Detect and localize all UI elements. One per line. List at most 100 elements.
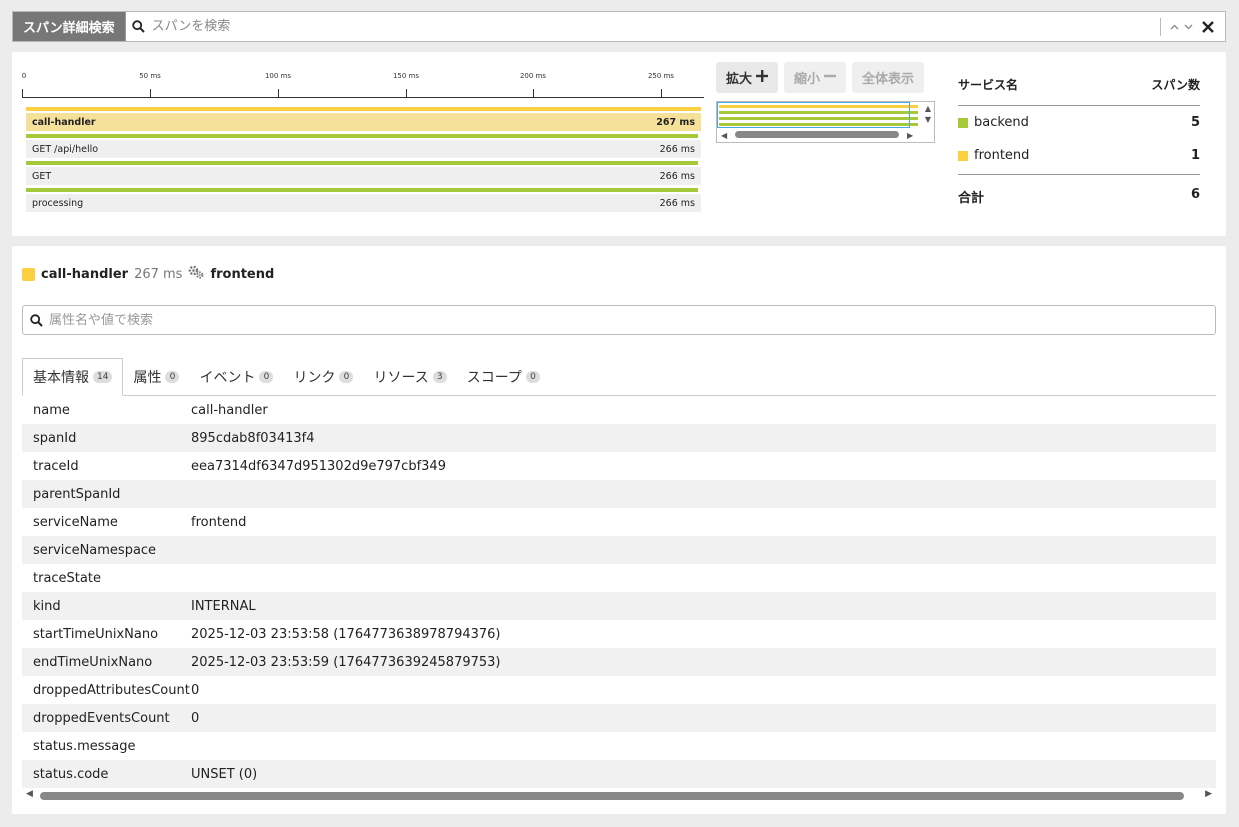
service-name-header: サービス名 [958,78,1019,92]
trace-overview-panel: 0 50 ms 100 ms 150 ms 200 ms 250 ms call-hand… [12,52,1226,236]
zoom-out-button[interactable]: 縮小 [784,62,847,93]
span-row-name: processing [32,197,84,209]
tab-count-badge: 0 [259,370,274,383]
ruler-tick [278,89,279,98]
property-row: droppedEventsCount 0 [22,704,1216,732]
close-icon[interactable] [1197,16,1219,38]
service-row[interactable]: frontend 1 [958,139,1200,172]
ruler-tick-label: 250 ms [647,72,675,80]
detail-horizontal-scrollbar[interactable]: ◀ ▶ [22,788,1216,802]
service-summary-table: サービス名 スパン数 backend 5 frontend 1 合計 6 [958,76,1200,206]
span-duration: 267 ms [134,266,183,282]
minimap-horizontal-scrollbar[interactable] [735,131,899,138]
span-row[interactable]: call-handler 267 ms [26,107,701,134]
span-duration-bar [26,188,699,192]
tab-count-badge: 3 [432,370,447,383]
ruler-tick [22,89,23,98]
ruler-tick-label: 100 ms [264,72,292,80]
property-key: status.message [33,738,136,754]
span-row-name: GET [32,170,52,182]
span-row-duration: 267 ms [656,116,695,128]
scrollbar-thumb[interactable] [40,792,1184,800]
gears-icon [188,265,204,283]
property-row: kind INTERNAL [22,592,1216,620]
property-key: traceState [33,570,101,586]
chevron-up-icon[interactable] [1167,17,1181,37]
tab-label: リソース [373,369,429,386]
tab-count-badge: 14 [93,371,113,383]
scroll-left-arrow-icon[interactable]: ◀ [26,789,33,799]
property-key: parentSpanId [33,486,121,502]
tab[interactable]: 基本情報 14 [22,358,124,396]
scroll-down-arrow-icon[interactable]: ▼ [925,115,931,124]
span-search-input[interactable] [151,13,1160,40]
span-row[interactable]: processing 266 ms [26,188,701,215]
property-row: serviceNamespace [22,536,1216,564]
property-key: spanId [33,430,77,446]
property-value: INTERNAL [191,598,256,614]
ruler-tick-label: 150 ms [392,72,420,80]
tab[interactable]: リンク 0 [283,358,363,395]
property-row: endTimeUnixNano 2025-12-03 23:53:59 (1764… [22,648,1216,676]
attribute-search-box [22,305,1216,335]
property-row: spanId 895cdab8f03413f4 [22,424,1216,452]
scroll-left-arrow-icon[interactable]: ◀ [721,131,727,140]
span-row[interactable]: GET /api/hello 266 ms [26,134,701,161]
span-detail-header: call-handler 267 ms frontend [22,265,274,283]
tab-count-badge: 0 [339,370,354,383]
ruler-tick [150,89,151,98]
span-bar: GET 266 ms [26,167,701,185]
service-span-count: 1 [1190,148,1200,163]
span-duration-bar [26,107,701,111]
tab-count-badge: 0 [525,370,540,383]
tab-label: スコープ [466,369,522,386]
tab-label: リンク [293,369,336,386]
property-key: serviceName [33,514,118,530]
span-row-duration: 266 ms [659,197,695,209]
total-label: 合計 [958,191,985,206]
tab[interactable]: イベント 0 [189,358,283,395]
service-color-swatch [958,117,968,128]
search-icon [23,313,49,327]
span-bar: GET /api/hello 266 ms [26,140,701,158]
timeline-ruler: 0 50 ms 100 ms 150 ms 200 ms 250 ms [22,72,704,98]
span-detail-search-mode-button[interactable]: スパン詳細検索 [13,12,126,41]
tab[interactable]: リソース 3 [363,358,456,395]
ruler-tick [406,89,407,98]
span-row-name: call-handler [32,116,96,128]
span-row[interactable]: GET 266 ms [26,161,701,188]
tab-label: イベント [199,369,256,386]
search-icon [126,20,152,33]
tab-count-badge: 0 [165,370,180,383]
tab[interactable]: 属性 0 [123,358,189,395]
property-key: traceId [33,458,79,474]
scroll-right-arrow-icon[interactable]: ▶ [907,131,913,140]
property-value: call-handler [191,402,268,418]
fit-all-button[interactable]: 全体表示 [852,62,925,93]
chevron-down-icon[interactable] [1181,17,1195,37]
tab[interactable]: スコープ 0 [457,358,550,395]
service-span-count: 5 [1190,115,1200,130]
property-row: startTimeUnixNano 2025-12-03 23:53:58 (17… [22,620,1216,648]
property-row: traceState [22,564,1216,592]
minimap-viewport[interactable] [717,102,910,128]
minus-icon [824,70,837,86]
total-count: 6 [1190,187,1200,202]
property-table: name call-handler spanId 895cdab8f03413f4 tr… [22,396,1216,788]
service-rows: backend 5 frontend 1 [958,106,1200,172]
service-row[interactable]: backend 5 [958,106,1200,139]
span-search-bar: スパン詳細検索 [12,11,1226,42]
zoom-in-button[interactable]: 拡大 [716,62,779,93]
service-name: frontend [974,148,1030,163]
scroll-up-arrow-icon[interactable]: ▲ [925,104,931,113]
timeline-minimap[interactable]: ▲ ▼ ◀ ▶ [716,101,935,143]
attribute-search-input[interactable] [49,312,1215,328]
span-detail-panel: call-handler 267 ms frontend 基本情報14属性0イベ… [12,246,1226,814]
scroll-right-arrow-icon[interactable]: ▶ [1205,789,1212,799]
span-service-name: frontend [210,266,275,282]
tab-label: 基本情報 [33,370,89,386]
property-row: status.code UNSET (0) [22,760,1216,788]
property-row: traceId eea7314df6347d951302d9e797cbf349 [22,452,1216,480]
property-value: 2025-12-03 23:53:58 (1764773638978794376… [191,626,501,642]
property-value: 0 [191,682,200,698]
